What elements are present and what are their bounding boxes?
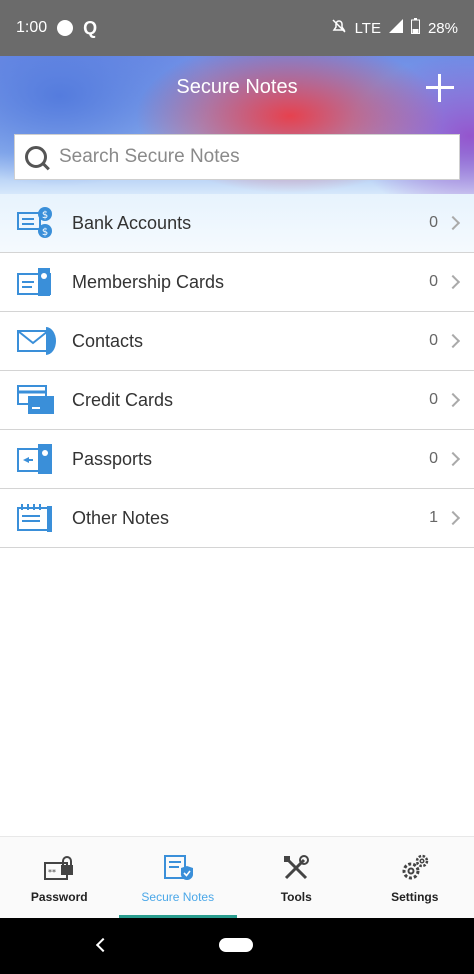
item-label: Contacts [72,330,144,351]
nav-label: Secure Notes [141,889,215,904]
chevron-right-icon [445,274,461,290]
home-pill[interactable] [219,938,253,952]
item-label: Credit Cards [72,389,174,410]
system-nav-bar [0,918,474,974]
item-count: 0 [429,450,438,467]
contact-envelope-icon [16,323,56,359]
list-item-contacts[interactable]: Contacts 0 [0,312,474,371]
nav-label: Password [30,889,88,904]
chevron-right-icon [445,392,461,408]
battery-icon [410,18,420,38]
search-bar[interactable] [14,134,460,180]
add-note-button[interactable] [426,74,454,102]
item-count: 1 [429,509,438,526]
network-type: LTE [354,19,381,37]
svg-text:$: $ [42,210,48,221]
chevron-right-icon [445,333,461,349]
back-icon[interactable] [95,937,111,953]
list-item-passports[interactable]: Passports 0 [0,430,474,489]
battery-level: 28% [427,19,458,37]
q-app-icon: Q [83,17,98,38]
item-label: Other Notes [72,507,170,528]
list-item-membership-cards[interactable]: Membership Cards 0 [0,253,474,312]
item-label: Bank Accounts [72,212,192,233]
settings-gears-icon [399,852,431,884]
item-count: 0 [429,214,438,231]
password-lock-icon: ** [43,852,75,884]
search-input[interactable] [59,146,419,168]
svg-text:**: ** [48,868,56,877]
status-bar: 1:00 Q LTE 28% [0,0,474,56]
search-icon [25,146,47,168]
chevron-right-icon [445,451,461,467]
bank-accounts-icon: $ $ [16,205,56,241]
item-count: 0 [429,273,438,290]
item-count: 0 [429,391,438,408]
nav-tab-secure-notes[interactable]: Secure Notes [118,837,238,918]
notification-dot-icon [57,20,74,36]
item-count: 0 [429,332,438,349]
chevron-right-icon [445,215,461,231]
nav-label: Settings [391,889,439,904]
passport-icon [16,441,56,477]
svg-text:$: $ [42,227,48,238]
tools-icon [280,852,312,884]
signal-icon [388,19,403,37]
item-label: Passports [72,448,153,469]
list-item-bank-accounts[interactable]: $ $ Bank Accounts 0 [0,194,474,253]
secure-notes-icon [162,852,194,884]
category-list: $ $ Bank Accounts 0 Membership Cards 0 C… [0,194,474,548]
nav-tab-password[interactable]: ** Password [0,837,119,918]
mute-icon [331,18,347,38]
header: Secure Notes [0,56,474,194]
credit-card-icon [16,382,56,418]
membership-card-icon [16,264,56,300]
list-item-other-notes[interactable]: Other Notes 1 [0,489,474,548]
nav-tab-tools[interactable]: Tools [237,837,356,918]
page-title: Secure Notes [176,76,298,98]
notepad-icon [16,500,56,536]
bottom-nav: ** Password Secure Notes Tools Settings [0,836,474,918]
list-item-credit-cards[interactable]: Credit Cards 0 [0,371,474,430]
nav-tab-settings[interactable]: Settings [356,837,474,918]
item-label: Membership Cards [72,271,225,292]
status-time: 1:00 [16,19,48,36]
nav-label: Tools [280,889,312,904]
chevron-right-icon [445,510,461,526]
